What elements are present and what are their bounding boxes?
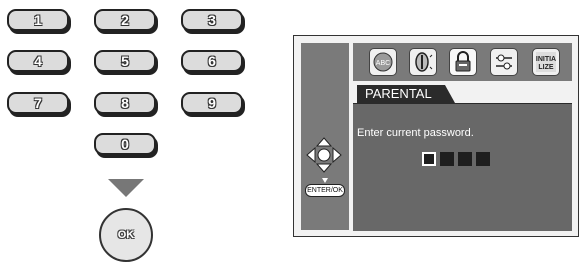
osd-screen: ENTER/OK ABC INITIA LIZE PARENTAL Enter c… [293, 35, 579, 237]
password-digit-box[interactable] [476, 152, 490, 166]
menu-icon-bar: ABC INITIA LIZE [353, 43, 572, 81]
ok-button[interactable]: OK [99, 208, 153, 262]
key-2[interactable]: 2 [94, 9, 156, 31]
initialize-icon[interactable]: INITIA LIZE [532, 48, 560, 76]
password-prompt: Enter current password. [357, 127, 474, 139]
key-4[interactable]: 4 [7, 50, 69, 72]
key-8[interactable]: 8 [94, 92, 156, 114]
key-1[interactable]: 1 [7, 9, 69, 31]
svg-text:LIZE: LIZE [538, 64, 553, 71]
settings-icon[interactable] [490, 48, 518, 76]
small-down-arrow-icon [322, 178, 328, 183]
content-panel [353, 103, 572, 231]
tab-parental[interactable]: PARENTAL [357, 85, 455, 103]
down-arrow-icon [108, 179, 144, 197]
audio-icon[interactable] [409, 48, 437, 76]
key-6[interactable]: 6 [181, 50, 243, 72]
language-icon[interactable]: ABC [369, 48, 397, 76]
navigation-panel: ENTER/OK [301, 43, 349, 230]
password-digit-box[interactable] [458, 152, 472, 166]
svg-text:INITIA: INITIA [536, 56, 556, 63]
password-digit-box[interactable] [440, 152, 454, 166]
key-9[interactable]: 9 [181, 92, 243, 114]
key-7[interactable]: 7 [7, 92, 69, 114]
key-3[interactable]: 3 [181, 9, 243, 31]
direction-pad-icon[interactable] [304, 136, 344, 174]
svg-text:ABC: ABC [376, 60, 390, 67]
password-digit-box[interactable] [422, 152, 436, 166]
key-0[interactable]: 0 [94, 133, 156, 155]
key-5[interactable]: 5 [94, 50, 156, 72]
lock-icon[interactable] [449, 48, 477, 76]
enter-ok-label: ENTER/OK [305, 184, 345, 197]
